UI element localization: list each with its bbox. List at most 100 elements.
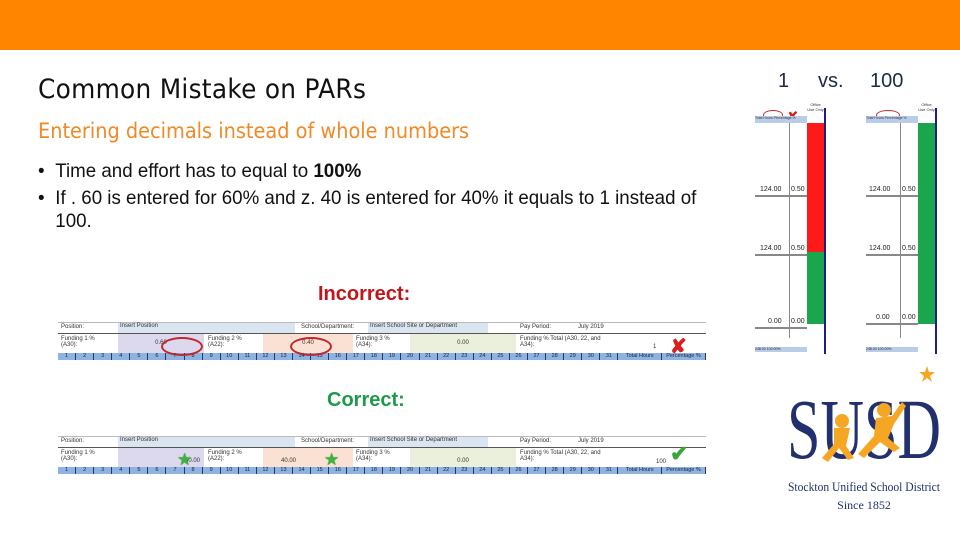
day-header-cell: 1 xyxy=(58,353,77,360)
day-header-row: 1 2 3 4 5 6 7 8 9 10 11 12 13 14 15 16 17 18 19 20 21 22 23 24 2… xyxy=(58,467,706,474)
pct-value: 0.50 xyxy=(902,186,916,193)
day-header-cell: 9 xyxy=(203,467,221,474)
day-header-cell: 6 xyxy=(148,353,167,360)
day-header-cell: 3 xyxy=(94,467,113,474)
comparison-left-value: 1 xyxy=(778,70,790,92)
pay-period-value: July 2019 xyxy=(578,324,604,330)
hours-value: 124.00 xyxy=(869,186,891,193)
pct-value: 0.50 xyxy=(791,245,805,252)
funding1-label: Funding 1 % (A30): xyxy=(61,336,95,348)
day-header-cell: 30 xyxy=(582,353,601,360)
day-header-row: 1 2 3 4 5 6 7 8 9 10 11 12 13 14 15 16 17 18 19 20 21 22 23 24 2… xyxy=(58,353,706,360)
hours-value: 124.00 xyxy=(760,186,782,193)
day-header-cell: Percentage % xyxy=(662,467,706,474)
day-header-cell: 23 xyxy=(456,467,474,474)
day-header-cell: 4 xyxy=(112,353,131,360)
day-header-cell: 10 xyxy=(221,467,239,474)
total-label: Funding % Total (A30, 22, and A34): xyxy=(520,450,601,462)
incorrect-label: Incorrect: xyxy=(318,283,411,305)
day-header-cell: 24 xyxy=(474,353,492,360)
logo-since: Since 1852 xyxy=(837,498,891,512)
day-header-cell: 5 xyxy=(130,467,149,474)
school-value: Insert School Site or Department xyxy=(368,323,488,333)
comparison-vs-label: vs. xyxy=(818,70,844,92)
day-header-cell: 29 xyxy=(564,467,583,474)
day-header-cell: 11 xyxy=(239,353,257,360)
error-circle xyxy=(161,337,203,356)
hours-value: 124.00 xyxy=(760,245,782,252)
day-header-cell: 21 xyxy=(420,467,438,474)
day-header-cell: 12 xyxy=(257,467,275,474)
error-circle xyxy=(290,337,332,356)
day-header-cell: 30 xyxy=(582,467,601,474)
day-header-cell: Total Hours xyxy=(618,467,663,474)
emphasis-100-percent: 100% xyxy=(313,160,362,182)
position-value: Insert Position xyxy=(118,437,295,447)
header-band xyxy=(0,0,960,50)
status-bar xyxy=(807,123,824,183)
mini-totals: 248.00 100.00% xyxy=(866,347,918,352)
slide-subtitle: Entering decimals instead of whole numbe… xyxy=(38,119,470,143)
position-label: Position: xyxy=(61,438,85,444)
day-header-cell: 13 xyxy=(275,467,294,474)
mini-header: Total Hours Percentage % xyxy=(866,116,918,123)
day-header-cell: 13 xyxy=(275,353,294,360)
day-header-cell: 10 xyxy=(221,353,239,360)
status-bar xyxy=(807,183,824,252)
day-header-cell: 19 xyxy=(383,467,402,474)
day-header-cell: 17 xyxy=(347,467,366,474)
day-header-cell: 2 xyxy=(76,467,95,474)
status-bar xyxy=(807,252,824,324)
day-header-cell: 22 xyxy=(438,353,456,360)
day-header-cell: 1 xyxy=(58,467,77,474)
pay-period-label: Pay Period: xyxy=(520,438,552,444)
day-header-cell: 3 xyxy=(94,353,113,360)
day-header-cell: 2 xyxy=(76,353,95,360)
funding3-label: Funding 3 % (A34): xyxy=(356,450,390,462)
correct-sheet: Position: Insert Position School/Departm… xyxy=(58,436,706,477)
bullet-item: Time and effort has to equal to 100% xyxy=(38,160,710,183)
pct-value: 0.50 xyxy=(791,186,805,193)
day-header-cell: 22 xyxy=(438,467,456,474)
checkmark-icon: ✔ xyxy=(670,441,689,466)
day-header-cell: 14 xyxy=(293,467,312,474)
star-icon: ★ xyxy=(177,450,193,469)
funding2-value: 40.00 xyxy=(263,448,353,467)
day-header-cell: 24 xyxy=(474,467,492,474)
day-header-cell: 31 xyxy=(600,353,619,360)
day-header-cell: 9 xyxy=(203,353,221,360)
hours-value: 0.00 xyxy=(876,314,890,321)
day-header-cell: 29 xyxy=(564,353,583,360)
incorrect-sheet: Position: Insert Position School/Departm… xyxy=(58,322,706,363)
day-header-cell: 25 xyxy=(492,353,510,360)
day-header-cell: 12 xyxy=(257,353,275,360)
x-mark-icon: ✘ xyxy=(670,336,687,358)
funding3-label: Funding 3 % (A34): xyxy=(356,336,390,348)
hours-value: 124.00 xyxy=(869,245,891,252)
status-bar xyxy=(918,123,935,183)
day-header-cell: 26 xyxy=(510,467,529,474)
day-header-cell: 11 xyxy=(239,467,257,474)
logo-letters: SUSD xyxy=(787,381,941,477)
day-header-cell: 20 xyxy=(401,353,420,360)
pay-period-value: July 2019 xyxy=(578,438,604,444)
mini-header: Total Hours Percentage % xyxy=(755,116,807,123)
day-header-cell: 26 xyxy=(510,353,529,360)
bullet-list: Time and effort has to equal to 100% If … xyxy=(38,160,738,237)
susd-logo: SUSD Stockton Unified School District Si… xyxy=(787,366,941,512)
correct-label: Correct: xyxy=(327,389,405,411)
slide-title: Common Mistake on PARs xyxy=(38,74,367,105)
pct-value: 0.00 xyxy=(902,314,916,321)
day-header-cell: 4 xyxy=(112,467,131,474)
day-header-cell: 17 xyxy=(347,353,366,360)
pay-period-label: Pay Period: xyxy=(520,324,552,330)
day-header-cell: 5 xyxy=(130,353,149,360)
funding2-label: Funding 2 % (A22): xyxy=(208,336,242,348)
comparison-right-value: 100 xyxy=(870,70,904,92)
total-value: 1 xyxy=(653,344,657,350)
mini-totals: 248.00 100.00% xyxy=(755,347,807,352)
day-header-cell: 21 xyxy=(420,353,438,360)
school-label: School/Department: xyxy=(301,438,355,444)
status-bar xyxy=(918,252,935,324)
position-value: Insert Position xyxy=(118,323,295,333)
